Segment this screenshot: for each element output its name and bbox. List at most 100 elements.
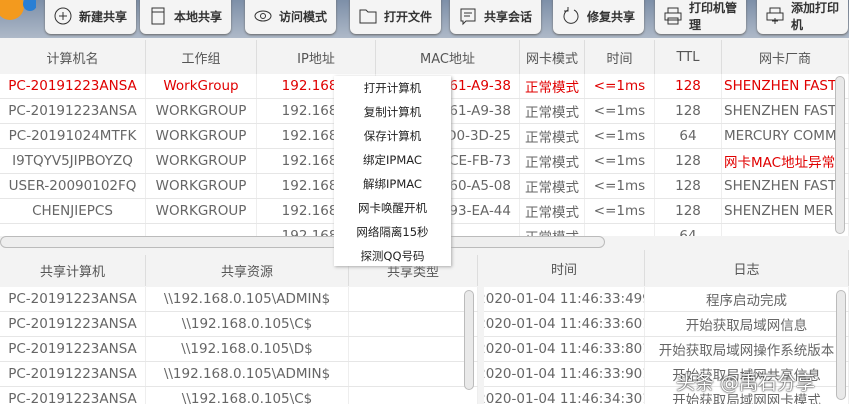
share-pc-cell: PC-20191223ANSA bbox=[0, 312, 146, 336]
toolbar-button-2[interactable]: 访问模式 bbox=[245, 0, 336, 34]
share-row[interactable]: PC-20191223ANSA \\192.168.0.105\D$ bbox=[0, 337, 478, 362]
host-ttl-cell: 128 bbox=[655, 149, 722, 173]
toolbar-button-1[interactable]: 本地共享 bbox=[140, 0, 231, 34]
toolbar-button-5[interactable]: 修复共享 bbox=[553, 0, 644, 34]
column-header[interactable]: 时间 bbox=[484, 250, 645, 286]
log-time-cell: 2020-01-04 11:46:33:601 bbox=[484, 312, 645, 336]
host-group-cell bbox=[146, 224, 257, 236]
column-header[interactable]: TTL bbox=[655, 40, 722, 74]
host-group-cell: WORKGROUP bbox=[146, 199, 257, 223]
share-type-cell bbox=[349, 312, 478, 336]
share-row[interactable]: PC-20191223ANSA \\192.168.0.105\C$ bbox=[0, 387, 478, 404]
column-header[interactable]: 时间 bbox=[585, 40, 655, 74]
host-time-cell: <=1ms bbox=[585, 74, 655, 98]
toolbar-button-0[interactable]: 新建共享 bbox=[45, 0, 136, 34]
window-icon bbox=[151, 7, 165, 25]
share-type-cell bbox=[349, 287, 478, 311]
host-group-cell: WORKGROUP bbox=[146, 149, 257, 173]
context-menu-item[interactable]: 网络隔离15秒 bbox=[334, 220, 451, 244]
share-type-cell bbox=[349, 387, 478, 404]
share-row[interactable]: PC-20191223ANSA \\192.168.0.105\ADMIN$ bbox=[0, 362, 478, 387]
column-header[interactable]: 日志 bbox=[645, 250, 849, 286]
log-time-cell: 2020-01-04 11:46:34:301 bbox=[484, 387, 645, 404]
refresh-icon bbox=[563, 7, 579, 24]
host-mode-cell: 正常模式 bbox=[520, 199, 585, 223]
shares-vertical-scrollbar[interactable] bbox=[464, 290, 474, 390]
column-header[interactable]: 计算机名 bbox=[0, 40, 146, 74]
host-vendor-cell bbox=[722, 224, 849, 236]
context-menu-item[interactable]: 打开计算机 bbox=[334, 76, 451, 100]
host-mode-cell: 正常模式 bbox=[520, 224, 585, 236]
share-res-cell: \\192.168.0.105\D$ bbox=[146, 337, 349, 361]
share-pc-cell: PC-20191223ANSA bbox=[0, 337, 146, 361]
share-pc-cell: PC-20191223ANSA bbox=[0, 362, 146, 386]
host-ttl-cell: 64 bbox=[655, 124, 722, 148]
toolbar-button-label: 访问模式 bbox=[279, 9, 328, 24]
log-msg-cell: 程序启动完成 bbox=[645, 287, 849, 311]
host-name-cell: PC-20191223ANSA bbox=[0, 99, 146, 123]
log-time-cell: 2020-01-04 11:46:33:901 bbox=[484, 362, 645, 386]
log-row[interactable]: 2020-01-04 11:46:33:601 开始获取局域网信息 bbox=[484, 312, 849, 337]
hosts-vertical-scrollbar[interactable] bbox=[835, 76, 845, 234]
share-row[interactable]: PC-20191223ANSA \\192.168.0.105\ADMIN$ bbox=[0, 287, 478, 312]
host-mode-cell: 正常模式 bbox=[520, 124, 585, 148]
share-pc-cell: PC-20191223ANSA bbox=[0, 387, 146, 404]
column-header[interactable]: IP地址 bbox=[257, 40, 376, 74]
log-time-cell: 2020-01-04 11:46:33:499 bbox=[484, 287, 645, 311]
chat-icon bbox=[460, 8, 476, 26]
toolbar-button-3[interactable]: 打开文件 bbox=[350, 0, 441, 34]
log-header: 时间 日志 bbox=[484, 250, 849, 286]
host-time-cell bbox=[585, 224, 655, 236]
share-type-cell bbox=[349, 337, 478, 361]
host-name-cell: USER-20090102FQ bbox=[0, 174, 146, 198]
column-header[interactable]: 共享计算机 bbox=[0, 255, 146, 286]
share-res-cell: \\192.168.0.105\ADMIN$ bbox=[146, 287, 349, 311]
host-mode-cell: 正常模式 bbox=[520, 174, 585, 198]
toolbar-button-label: 本地共享 bbox=[174, 9, 223, 24]
eye-icon bbox=[254, 10, 272, 22]
column-header[interactable]: MAC地址 bbox=[376, 40, 520, 74]
toolbar-button-label: 打开文件 bbox=[384, 9, 433, 24]
column-header[interactable]: 共享资源 bbox=[146, 255, 349, 286]
log-row[interactable]: 2020-01-04 11:46:33:801 开始获取局域网操作系统版本 bbox=[484, 337, 849, 362]
host-ttl-cell: 128 bbox=[655, 174, 722, 198]
host-ttl-cell: 128 bbox=[655, 99, 722, 123]
log-row[interactable]: 2020-01-04 11:46:33:499 程序启动完成 bbox=[484, 287, 849, 312]
host-group-cell: WorkGroup bbox=[146, 74, 257, 98]
printer-icon bbox=[664, 7, 682, 25]
watermark: 头条 @禹石分享 bbox=[676, 372, 816, 394]
share-type-cell bbox=[349, 362, 478, 386]
host-time-cell: <=1ms bbox=[585, 149, 655, 173]
context-menu-item[interactable]: 绑定IPMAC bbox=[334, 148, 451, 172]
plus-circle-icon bbox=[54, 7, 72, 25]
host-vendor-cell: 网卡MAC地址异常 bbox=[722, 149, 849, 173]
toolbar-button-label: 添加打印机 bbox=[791, 1, 840, 32]
toolbar-button-7[interactable]: 添加打印机 bbox=[757, 0, 848, 34]
column-header[interactable]: 工作组 bbox=[146, 40, 257, 74]
toolbar: 新建共享 本地共享 访问模式 打开文件 共享会话 修复共享 打印机管理 添加打印机 bbox=[0, 0, 849, 38]
host-mode-cell: 正常模式 bbox=[520, 149, 585, 173]
context-menu-item[interactable]: 网卡唤醒开机 bbox=[334, 196, 451, 220]
share-row[interactable]: PC-20191223ANSA \\192.168.0.105\C$ bbox=[0, 312, 478, 337]
host-mode-cell: 正常模式 bbox=[520, 74, 585, 98]
host-time-cell: <=1ms bbox=[585, 199, 655, 223]
host-name-cell: CHENJIEPCS bbox=[0, 199, 146, 223]
context-menu-item[interactable]: 复制计算机 bbox=[334, 100, 451, 124]
column-header[interactable]: 网卡模式 bbox=[520, 40, 585, 74]
toolbar-button-6[interactable]: 打印机管理 bbox=[655, 0, 746, 34]
host-mode-cell: 正常模式 bbox=[520, 99, 585, 123]
host-group-cell: WORKGROUP bbox=[146, 174, 257, 198]
context-menu-item[interactable]: 保存计算机 bbox=[334, 124, 451, 148]
host-name-cell: PC-20191024MTFK bbox=[0, 124, 146, 148]
host-time-cell: <=1ms bbox=[585, 99, 655, 123]
toolbar-button-4[interactable]: 共享会话 bbox=[450, 0, 541, 34]
host-ttl-cell: 128 bbox=[655, 199, 722, 223]
context-menu-item[interactable]: 探测QQ号码 bbox=[334, 244, 451, 268]
host-time-cell: <=1ms bbox=[585, 174, 655, 198]
hosts-horizontal-scrollbar[interactable] bbox=[0, 236, 605, 248]
column-header[interactable]: 网卡厂商 bbox=[722, 40, 849, 74]
share-res-cell: \\192.168.0.105\ADMIN$ bbox=[146, 362, 349, 386]
context-menu-item[interactable]: 解绑IPMAC bbox=[334, 172, 451, 196]
printer-add-icon bbox=[766, 7, 784, 24]
log-vertical-scrollbar[interactable] bbox=[836, 290, 846, 400]
